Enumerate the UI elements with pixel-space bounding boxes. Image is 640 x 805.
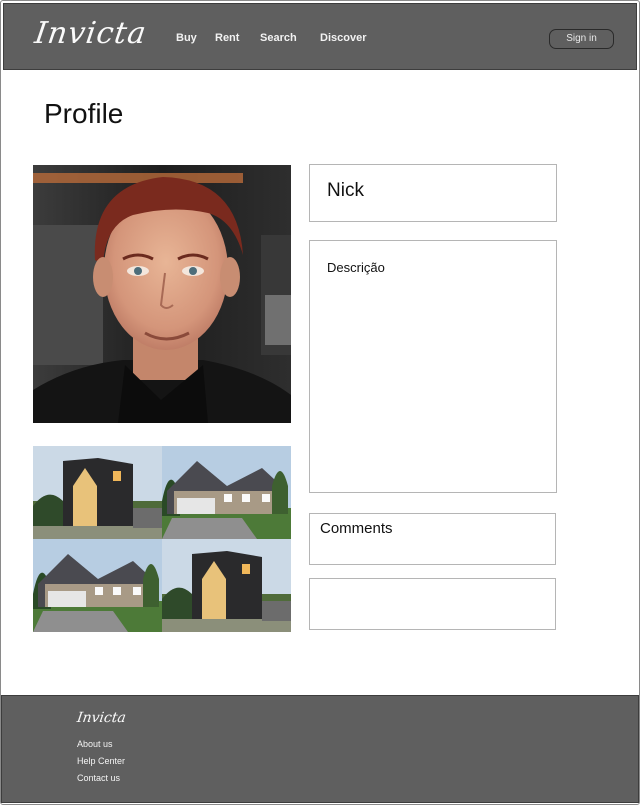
footer-logo[interactable]: Invicta <box>76 710 127 726</box>
sign-in-button[interactable]: Sign in <box>549 29 614 49</box>
modern-house-image <box>33 446 162 539</box>
nav-discover[interactable]: Discover <box>320 32 366 44</box>
comments-label: Comments <box>320 520 393 537</box>
footer: Invicta About us Help Center Contact us <box>1 695 639 803</box>
footer-link-about[interactable]: About us <box>77 739 113 749</box>
nav-search[interactable]: Search <box>260 32 297 44</box>
top-navbar: Invicta Buy Rent Search Discover Sign in <box>3 3 637 70</box>
description-label: Descrição <box>327 260 385 275</box>
suburban-house-image <box>162 446 291 539</box>
nav-rent[interactable]: Rent <box>215 32 239 44</box>
profile-description-box: Descrição <box>309 240 557 493</box>
profile-name: Nick <box>327 180 364 201</box>
comments-box: Comments <box>309 513 556 565</box>
gallery-item[interactable] <box>162 446 291 539</box>
footer-link-contact[interactable]: Contact us <box>77 773 120 783</box>
suburban-house-image <box>33 539 162 632</box>
brand-logo[interactable]: Invicta <box>33 16 149 51</box>
gallery-item[interactable] <box>33 539 162 632</box>
gallery-item[interactable] <box>162 539 291 632</box>
property-gallery <box>33 446 291 632</box>
gallery-item[interactable] <box>33 446 162 539</box>
profile-photo <box>33 165 291 423</box>
profile-name-box: Nick <box>309 164 557 222</box>
footer-link-help-center[interactable]: Help Center <box>77 756 125 766</box>
nav-buy[interactable]: Buy <box>176 32 197 44</box>
modern-house-image <box>162 539 291 632</box>
page-title: Profile <box>44 98 124 129</box>
portrait-image <box>33 165 291 423</box>
comment-input[interactable] <box>309 578 556 630</box>
